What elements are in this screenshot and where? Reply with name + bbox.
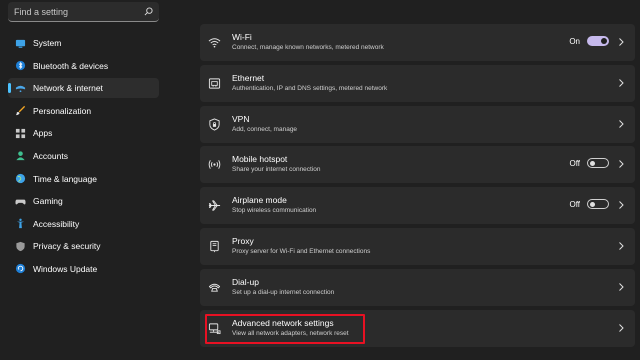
toggle-state-label: Off	[569, 199, 580, 209]
brush-icon	[14, 105, 26, 117]
sidebar-item-gaming[interactable]: Gaming	[8, 191, 159, 211]
toggle-state-label: Off	[569, 158, 580, 168]
chevron-right-icon	[619, 282, 624, 291]
toggle-state-label: On	[569, 36, 580, 46]
highlight-box	[205, 314, 365, 344]
card-subtitle: Proxy server for Wi-Fi and Ethernet conn…	[232, 247, 371, 255]
sidebar-item-label: Personalization	[33, 105, 92, 116]
card-airplane-mode[interactable]: Airplane mode Stop wireless communicatio…	[200, 187, 635, 225]
sidebar-item-label: System	[33, 38, 62, 48]
chevron-right-icon	[619, 160, 624, 169]
airplane-icon	[208, 199, 221, 212]
sidebar-item-label: Windows Update	[33, 263, 98, 274]
chevron-right-icon	[619, 119, 624, 128]
search-icon[interactable]	[143, 7, 153, 17]
card-subtitle: Connect, manage known networks, metered …	[232, 44, 384, 51]
card-subtitle: Authentication, IP and DNS settings, met…	[232, 84, 388, 92]
sidebar-item-label: Privacy & security	[33, 241, 101, 252]
card-mobile-hotspot[interactable]: Mobile hotspot Share your internet conne…	[200, 146, 635, 184]
sidebar-item-label: Accessibility	[33, 218, 80, 229]
card-subtitle: Add, connect, manage	[232, 125, 298, 133]
bluetooth-icon	[14, 60, 26, 72]
system-icon	[14, 37, 26, 49]
sidebar-item-label: Gaming	[33, 196, 63, 207]
sidebar-item-label: Time & language	[33, 173, 97, 184]
sidebar-item-label: Accounts	[33, 150, 68, 161]
sidebar-item-accounts[interactable]: Accounts	[8, 146, 159, 166]
chevron-right-icon	[619, 323, 624, 332]
sidebar-item-windows-update[interactable]: Windows Update	[8, 259, 159, 279]
hotspot-icon	[208, 158, 221, 171]
card-title: VPN	[232, 113, 250, 124]
search-box[interactable]	[8, 2, 159, 22]
vpn-shield-icon	[208, 118, 221, 131]
sidebar-item-system[interactable]: System	[8, 33, 159, 53]
card-dial-up[interactable]: Dial-up Set up a dial-up internet connec…	[200, 268, 635, 306]
chevron-right-icon	[619, 201, 624, 210]
card-wifi[interactable]: Wi-Fi Connect, manage known networks, me…	[200, 24, 635, 61]
card-title: Proxy	[232, 235, 254, 246]
dialup-icon	[208, 281, 221, 294]
card-vpn[interactable]: VPN Add, connect, manage	[200, 105, 635, 143]
card-title: Wi-Fi	[232, 32, 252, 42]
sidebar-item-label: Bluetooth & devices	[33, 60, 109, 71]
apps-icon	[14, 127, 26, 139]
sidebar-item-apps[interactable]: Apps	[8, 123, 159, 143]
sidebar-item-label: Network & internet	[33, 83, 103, 94]
sidebar-item-privacy[interactable]: Privacy & security	[8, 236, 159, 256]
wifi-icon	[208, 36, 221, 49]
card-title: Airplane mode	[232, 195, 287, 206]
ethernet-icon	[208, 77, 221, 90]
sidebar-item-time-language[interactable]: Time & language	[8, 169, 159, 189]
card-ethernet[interactable]: Ethernet Authentication, IP and DNS sett…	[200, 64, 635, 102]
accounts-icon	[14, 150, 26, 162]
chevron-right-icon	[619, 78, 624, 87]
card-proxy[interactable]: Proxy Proxy server for Wi-Fi and Etherne…	[200, 227, 635, 265]
hotspot-toggle[interactable]	[587, 158, 609, 169]
wifi-toggle[interactable]	[587, 36, 609, 46]
sidebar: System Bluetooth & devices Network & int…	[0, 0, 168, 360]
sidebar-nav: System Bluetooth & devices Network & int…	[8, 33, 159, 282]
card-subtitle: Set up a dial-up internet connection	[232, 288, 335, 296]
globe-icon	[14, 173, 26, 185]
sidebar-item-accessibility[interactable]: Accessibility	[8, 214, 159, 234]
sidebar-item-network[interactable]: Network & internet	[8, 78, 159, 99]
card-subtitle: Stop wireless communication	[232, 207, 317, 215]
card-title: Dial-up	[232, 276, 259, 287]
update-icon	[14, 263, 26, 275]
chevron-right-icon	[619, 38, 624, 46]
settings-list: Wi-Fi Connect, manage known networks, me…	[200, 24, 635, 350]
sidebar-item-label: Apps	[33, 128, 53, 139]
accessibility-icon	[14, 218, 26, 230]
sidebar-item-bluetooth[interactable]: Bluetooth & devices	[8, 56, 159, 76]
card-title: Mobile hotspot	[232, 154, 288, 165]
chevron-right-icon	[619, 242, 624, 250]
airplane-toggle[interactable]	[587, 199, 609, 210]
gamepad-icon	[14, 195, 26, 207]
network-icon	[14, 82, 26, 94]
card-title: Ethernet	[232, 72, 265, 83]
card-subtitle: Share your internet connection	[232, 166, 321, 174]
search-input[interactable]	[14, 6, 143, 17]
shield-icon	[14, 240, 26, 252]
proxy-icon	[208, 240, 221, 253]
sidebar-item-personalization[interactable]: Personalization	[8, 101, 159, 121]
